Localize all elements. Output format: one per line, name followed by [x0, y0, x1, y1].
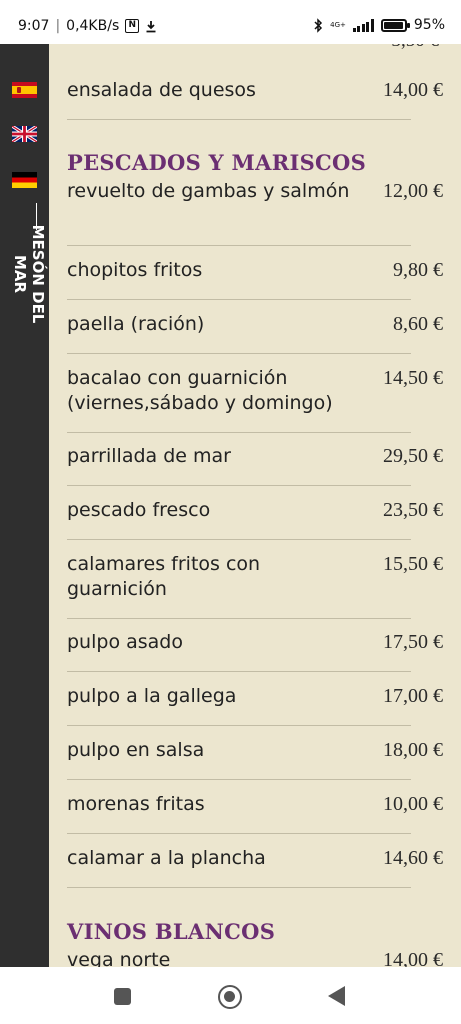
divider	[67, 539, 411, 540]
divider	[67, 353, 411, 354]
status-speed: 0,4KB/s	[66, 18, 120, 34]
cut-off-price: 3,50 €	[392, 44, 440, 52]
divider	[67, 299, 411, 300]
item-name: vega norte	[67, 949, 171, 967]
home-button[interactable]	[218, 985, 242, 1009]
item-price: 9,80 €	[393, 259, 443, 281]
item-name: morenas fritas	[67, 793, 205, 815]
battery-text: 95%	[413, 17, 445, 33]
item-name: paella (ración)	[67, 313, 205, 335]
item-price: 14,00 €	[383, 79, 443, 101]
divider	[67, 485, 411, 486]
uk-flag-icon[interactable]	[12, 126, 37, 142]
brand-logo[interactable]: MESÓN DEL MAR	[5, 203, 47, 332]
item-name: bacalao con guarnición (viernes,sábado y…	[67, 367, 333, 414]
divider	[67, 245, 411, 246]
brand-name: MESÓN DEL MAR	[11, 224, 47, 324]
menu-content[interactable]: 3,50 € ensalada de quesos 14,00 € PESCAD…	[49, 44, 461, 967]
navigation-bar	[0, 967, 461, 1024]
download-icon	[146, 20, 156, 32]
section-title-seafood: PESCADOS Y MARISCOS	[67, 150, 367, 175]
divider	[67, 833, 411, 834]
item-name: chopitos fritos	[67, 259, 203, 281]
divider	[67, 618, 411, 619]
item-name: pulpo asado	[67, 631, 183, 653]
item-price: 14,00 €	[383, 949, 443, 967]
german-flag-icon[interactable]	[12, 172, 37, 188]
divider	[67, 887, 411, 888]
signal-icon	[352, 18, 374, 32]
divider	[67, 779, 411, 780]
spanish-flag-icon[interactable]	[12, 82, 37, 98]
item-name: ensalada de quesos	[67, 79, 256, 101]
status-right: 4G+ 95%	[313, 17, 445, 33]
item-name: pulpo en salsa	[67, 739, 205, 761]
item-name: parrillada de mar	[67, 445, 231, 467]
item-price: 10,00 €	[383, 793, 443, 815]
status-bar: 9:07 | 0,4KB/s N 4G+ 95%	[0, 0, 461, 44]
item-price: 29,50 €	[383, 445, 443, 467]
item-name: pescado fresco	[67, 499, 211, 521]
divider	[67, 119, 411, 120]
section-title-wines: VINOS BLANCOS	[67, 919, 276, 944]
bluetooth-icon	[314, 17, 323, 33]
battery-fill	[383, 21, 403, 29]
item-price: 8,60 €	[393, 313, 443, 335]
item-price: 17,50 €	[383, 631, 443, 653]
network-type: 4G+	[330, 20, 346, 29]
status-time: 9:07	[18, 18, 50, 34]
item-price: 14,50 €	[383, 367, 443, 389]
item-price: 18,00 €	[383, 739, 443, 761]
status-separator: |	[55, 18, 61, 34]
item-price: 12,00 €	[383, 180, 443, 202]
item-price: 14,60 €	[383, 847, 443, 869]
recents-button[interactable]	[114, 988, 131, 1005]
divider	[67, 671, 411, 672]
item-price: 17,00 €	[383, 685, 443, 707]
item-price: 23,50 €	[383, 499, 443, 521]
item-name: calamar a la plancha	[67, 847, 266, 869]
item-name: calamares fritos con guarnición	[67, 553, 261, 600]
back-button[interactable]	[328, 986, 345, 1006]
divider	[67, 725, 411, 726]
item-name: revuelto de gambas y salmón	[67, 180, 350, 202]
battery-icon	[380, 18, 410, 32]
item-price: 15,50 €	[383, 553, 443, 575]
divider	[67, 432, 411, 433]
item-name: pulpo a la gallega	[67, 685, 237, 707]
sidebar: MESÓN DEL MAR	[0, 44, 49, 967]
nfc-icon: N	[125, 19, 140, 33]
status-left: 9:07 | 0,4KB/s N	[18, 18, 157, 34]
